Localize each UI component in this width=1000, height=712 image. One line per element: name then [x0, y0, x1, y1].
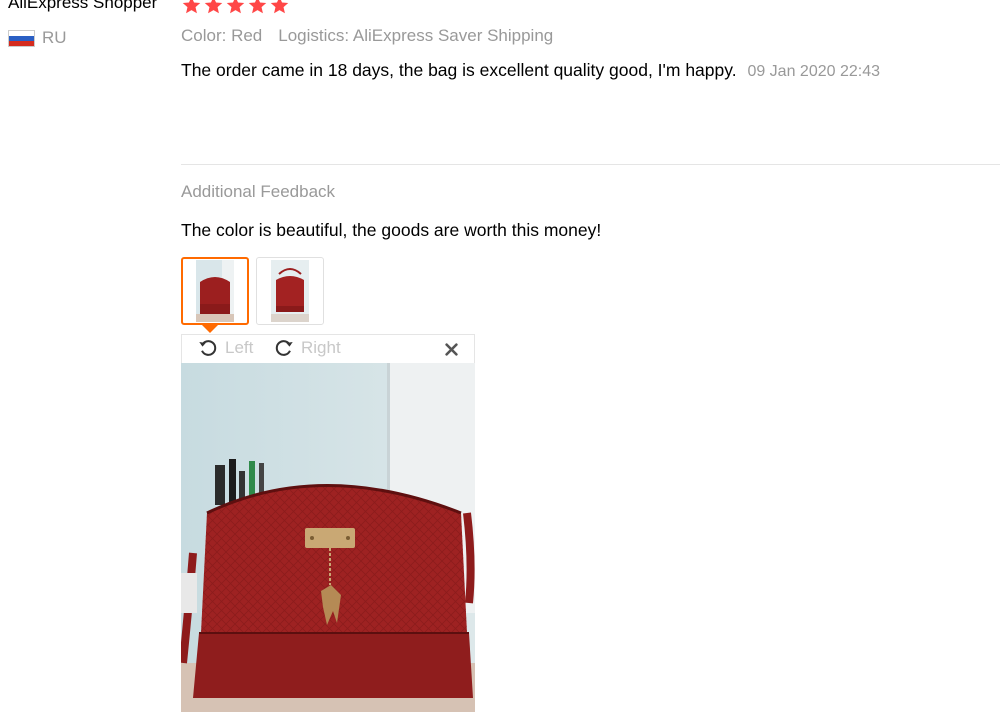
photo-viewer: Left Right — [181, 334, 475, 712]
photo-thumbnails — [181, 257, 324, 325]
reviewer-name: AliExpress Shopper — [8, 0, 158, 12]
photo-thumbnail-2[interactable] — [256, 257, 324, 325]
star-icon — [204, 0, 223, 14]
country-code: RU — [42, 28, 67, 47]
star-icon — [182, 0, 201, 14]
review-body: The order came in 18 days, the bag is ex… — [181, 60, 880, 81]
divider — [181, 164, 1000, 165]
close-icon[interactable] — [445, 343, 458, 356]
star-icon — [226, 0, 245, 14]
rotate-right-icon — [275, 340, 293, 356]
rotate-right-label: Right — [301, 338, 341, 357]
rotate-right-button[interactable]: Right — [273, 337, 341, 359]
rotate-left-label: Left — [225, 338, 254, 357]
flag-russia-icon — [8, 29, 35, 47]
star-icon — [248, 0, 267, 14]
rotate-left-button[interactable]: Left — [197, 337, 253, 359]
reviewer-country: RU — [8, 28, 67, 48]
review-page: AliExpress Shopper RU Color: Red Logistic… — [0, 0, 1000, 712]
color-label: Color: Red — [181, 26, 263, 45]
bag-photo-large — [181, 363, 475, 712]
additional-feedback-text: The color is beautiful, the goods are wo… — [181, 220, 602, 240]
star-icon — [270, 0, 289, 14]
rotate-left-icon — [199, 340, 217, 356]
logistics-label: Logistics: AliExpress Saver Shipping — [278, 26, 554, 45]
order-meta: Color: Red Logistics: AliExpress Saver Sh… — [181, 26, 553, 46]
rating-stars — [181, 0, 290, 16]
bag-photo-thumbnail — [271, 260, 309, 322]
photo-thumbnail-1[interactable] — [181, 257, 249, 325]
photo-viewer-toolbar: Left Right — [181, 334, 475, 363]
additional-feedback-title: Additional Feedback — [181, 182, 336, 201]
review-text: The order came in 18 days, the bag is ex… — [181, 60, 737, 80]
bag-photo-thumbnail — [196, 260, 234, 322]
thumbnail-pointer — [201, 324, 219, 333]
review-date: 09 Jan 2020 22:43 — [747, 63, 880, 80]
